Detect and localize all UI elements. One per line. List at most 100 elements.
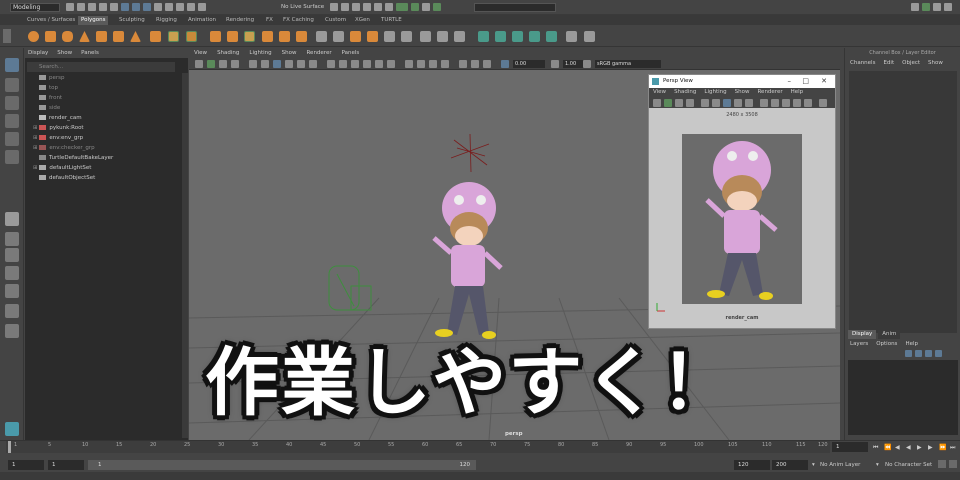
target-weld-icon[interactable] <box>401 31 412 42</box>
outliner-item-checker-grp[interactable]: ⊞ env:checker_grp <box>33 143 95 153</box>
wireframe-icon[interactable] <box>760 99 768 107</box>
current-frame-field[interactable]: 1 <box>832 442 868 452</box>
snap-surface-icon[interactable] <box>198 3 206 11</box>
resolution-gate-icon[interactable] <box>273 60 281 68</box>
smooth-shade-icon[interactable] <box>771 99 779 107</box>
xray-icon[interactable] <box>819 99 827 107</box>
tab-anim[interactable]: Anim <box>878 330 901 339</box>
live-surface-label[interactable]: No Live Surface <box>281 4 324 10</box>
new-scene-icon[interactable] <box>66 3 74 11</box>
gate-mask-icon[interactable] <box>285 60 293 68</box>
uv-layout-icon[interactable] <box>566 31 577 42</box>
viewport-menu-panels[interactable]: Panels <box>342 48 360 58</box>
film-gate-icon[interactable] <box>261 60 269 68</box>
range-bar[interactable]: 1 120 <box>88 460 476 470</box>
expand-icon[interactable]: ⊞ <box>33 165 38 171</box>
animation-end-field[interactable]: 200 <box>772 460 808 470</box>
layer-up-icon[interactable] <box>905 350 912 357</box>
snap-view-icon[interactable] <box>187 3 195 11</box>
step-forward-frame-icon[interactable]: ▶ <box>928 444 935 451</box>
use-all-lights-icon[interactable] <box>375 60 383 68</box>
outliner-item-persp[interactable]: persp <box>39 73 65 83</box>
camera-attributes-icon[interactable] <box>664 99 672 107</box>
quad-draw-icon[interactable] <box>437 31 448 42</box>
go-to-start-icon[interactable]: ⏮ <box>873 444 880 451</box>
character-controls-icon[interactable] <box>411 3 419 11</box>
animation-start-field[interactable]: 1 <box>8 460 44 470</box>
auto-map-icon[interactable] <box>546 31 557 42</box>
select-object-icon[interactable] <box>132 3 140 11</box>
go-to-end-icon[interactable]: ⏭ <box>950 444 957 451</box>
screen-space-ao-icon[interactable] <box>405 60 413 68</box>
field-chart-icon[interactable] <box>297 60 305 68</box>
grid-toggle-icon[interactable] <box>701 99 709 107</box>
shadows-icon[interactable] <box>387 60 395 68</box>
smooth-shade-icon[interactable] <box>339 60 347 68</box>
snap-grid-icon[interactable] <box>154 3 162 11</box>
isolate-select-icon[interactable] <box>459 60 467 68</box>
persp-outliner-layout-icon[interactable] <box>5 248 19 262</box>
layer-menu-help[interactable]: Help <box>905 339 918 349</box>
character-set-icon[interactable]: ▾ <box>876 460 879 470</box>
poly-pyramid-icon[interactable] <box>130 31 141 42</box>
render-view-icon[interactable] <box>385 3 393 11</box>
bevel-icon[interactable] <box>350 31 361 42</box>
channel-menu-show[interactable]: Show <box>928 58 943 68</box>
extrude-icon[interactable] <box>316 31 327 42</box>
paint-select-tool-icon[interactable] <box>5 96 19 110</box>
wireframe-on-shaded-icon[interactable] <box>351 60 359 68</box>
exposure-icon[interactable] <box>501 60 509 68</box>
combine-icon[interactable] <box>210 31 221 42</box>
snap-point-icon[interactable] <box>176 3 184 11</box>
viewport-menu-lighting[interactable]: Lighting <box>249 48 271 58</box>
redo-icon[interactable] <box>110 3 118 11</box>
shadows-icon[interactable] <box>804 99 812 107</box>
channel-menu-object[interactable]: Object <box>902 58 920 68</box>
connect-icon[interactable] <box>420 31 431 42</box>
command-line[interactable] <box>0 472 960 480</box>
poly-cube-icon[interactable] <box>45 31 56 42</box>
grid-toggle-icon[interactable] <box>249 60 257 68</box>
planar-map-icon[interactable] <box>495 31 506 42</box>
select-hierarchy-icon[interactable] <box>121 3 129 11</box>
outliner-item-default-light-set[interactable]: ⊞ defaultLightSet <box>33 163 91 173</box>
custom-layout-icon[interactable] <box>5 324 19 338</box>
open-scene-icon[interactable] <box>77 3 85 11</box>
channel-toggle-icon[interactable] <box>933 3 941 11</box>
layer-menu-options[interactable]: Options <box>876 339 897 349</box>
tool-settings-toggle-icon[interactable] <box>433 3 441 11</box>
gamma-icon[interactable] <box>551 60 559 68</box>
layer-down-icon[interactable] <box>915 350 922 357</box>
bookmarks-icon[interactable] <box>219 60 227 68</box>
layer-toggle-icon[interactable] <box>944 3 952 11</box>
outliner-menu-panels[interactable]: Panels <box>81 48 99 58</box>
expand-icon[interactable]: ⊞ <box>33 125 38 131</box>
textured-icon[interactable] <box>363 60 371 68</box>
construction-history-icon[interactable] <box>330 3 338 11</box>
outliner-item-side[interactable]: side <box>39 103 60 113</box>
four-view-layout-icon[interactable] <box>5 232 19 246</box>
poly-cylinder-icon[interactable] <box>62 31 73 42</box>
render-current-icon[interactable] <box>341 3 349 11</box>
outliner-menu-display[interactable]: Display <box>28 48 48 58</box>
viewport-menu-view[interactable]: View <box>194 48 207 58</box>
step-forward-key-icon[interactable]: ⏩ <box>939 444 946 451</box>
use-all-lights-icon[interactable] <box>793 99 801 107</box>
select-tool-icon[interactable] <box>5 58 19 72</box>
persp-menu-lighting[interactable]: Lighting <box>704 88 726 97</box>
tab-custom[interactable]: Custom <box>322 16 349 25</box>
xray-joints-icon[interactable] <box>483 60 491 68</box>
viewport-menu-shading[interactable]: Shading <box>217 48 239 58</box>
wireframe-camera[interactable] <box>328 265 372 311</box>
view-transform-select[interactable]: sRGB gamma <box>595 60 661 68</box>
auto-key-icon[interactable] <box>938 460 946 468</box>
hypershade-icon[interactable] <box>374 3 382 11</box>
tab-rendering[interactable]: Rendering <box>223 16 257 25</box>
ipr-render-icon[interactable] <box>352 3 360 11</box>
new-empty-layer-icon[interactable] <box>925 350 932 357</box>
cylindrical-map-icon[interactable] <box>512 31 523 42</box>
film-gate-icon[interactable] <box>712 99 720 107</box>
bridge-icon[interactable] <box>333 31 344 42</box>
character-set-select[interactable]: No Character Set <box>885 460 932 470</box>
persp-graph-layout-icon[interactable] <box>5 266 19 280</box>
